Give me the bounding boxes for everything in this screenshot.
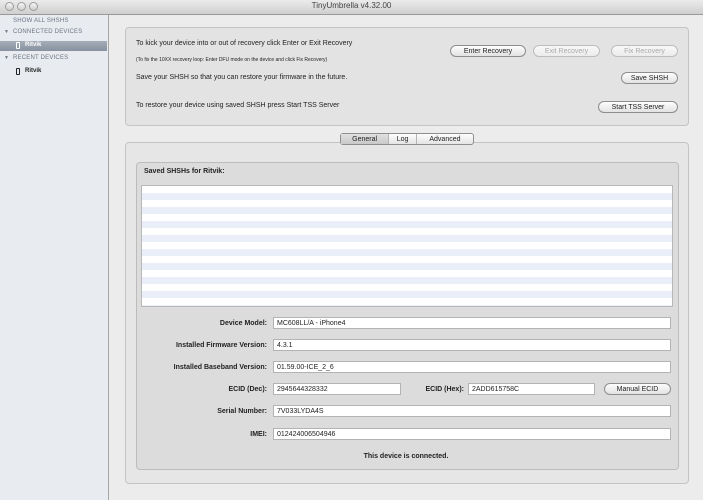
tab-general[interactable]: General [341, 134, 390, 144]
show-all-shshs[interactable]: SHOW ALL SHSHS [13, 18, 69, 24]
iphone-icon [16, 68, 20, 75]
saved-shshs-title: Saved SHSHs for Ritvik: [144, 168, 225, 175]
baseband-version-label: Installed Baseband Version: [173, 364, 267, 371]
recent-devices-header: RECENT DEVICES [13, 55, 69, 61]
start-tss-server-button[interactable]: Start TSS Server [598, 101, 678, 113]
recovery-loop-hint: (To fix the 10XX recovery loop: Enter DF… [136, 57, 328, 63]
disclosure-triangle-icon[interactable]: ▼ [4, 55, 9, 61]
enter-recovery-button[interactable]: Enter Recovery [450, 45, 526, 57]
tss-instruction: To restore your device using saved SHSH … [136, 102, 340, 109]
tab-bar: General Log Advanced [340, 133, 474, 145]
sidebar-item-label: Ritvik [25, 68, 42, 74]
ecid-dec-label: ECID (Dec): [228, 386, 267, 393]
connection-status: This device is connected. [363, 453, 449, 460]
device-model-field[interactable]: MC608LL/A - iPhone4 [273, 317, 671, 329]
window-title: TinyUmbrella v4.32.00 [311, 1, 392, 10]
disclosure-triangle-icon[interactable]: ▼ [4, 29, 9, 35]
tab-log[interactable]: Log [389, 134, 417, 144]
ecid-hex-label: ECID (Hex): [425, 386, 464, 393]
tab-advanced[interactable]: Advanced [417, 134, 473, 144]
baseband-version-field[interactable]: 01.59.00-ICE_2_6 [273, 361, 671, 373]
connected-devices-header: CONNECTED DEVICES [13, 29, 83, 35]
imei-label: IMEI: [250, 431, 267, 438]
fix-recovery-button[interactable]: Fix Recovery [611, 45, 678, 57]
ecid-hex-field[interactable]: 2ADD615758C [468, 383, 595, 395]
window-titlebar: TinyUmbrella v4.32.00 [0, 0, 703, 15]
manual-ecid-button[interactable]: Manual ECID [604, 383, 671, 395]
sidebar-item-recent-device[interactable]: Ritvik [0, 67, 107, 77]
firmware-version-label: Installed Firmware Version: [175, 342, 267, 349]
iphone-icon [16, 42, 20, 49]
main-content: To kick your device into or out of recov… [109, 15, 703, 500]
sidebar-item-label: Ritvik [25, 42, 42, 48]
saved-shsh-list[interactable] [141, 185, 673, 307]
firmware-version-field[interactable]: 4.3.1 [273, 339, 671, 351]
sidebar-item-connected-device[interactable]: Ritvik [0, 41, 107, 51]
imei-field[interactable]: 012424006504946 [273, 428, 671, 440]
recovery-instruction: To kick your device into or out of recov… [136, 40, 353, 47]
exit-recovery-button[interactable]: Exit Recovery [533, 45, 600, 57]
save-shsh-button[interactable]: Save SHSH [621, 72, 678, 84]
device-sidebar: SHOW ALL SHSHS ▼ CONNECTED DEVICES Ritvi… [0, 15, 109, 500]
serial-number-label: Serial Number: [217, 408, 267, 415]
save-shsh-instruction: Save your SHSH so that you can restore y… [136, 74, 348, 81]
device-model-label: Device Model: [219, 320, 267, 327]
ecid-dec-field[interactable]: 2945644328332 [273, 383, 401, 395]
serial-number-field[interactable]: 7V033LYDA4S [273, 405, 671, 417]
